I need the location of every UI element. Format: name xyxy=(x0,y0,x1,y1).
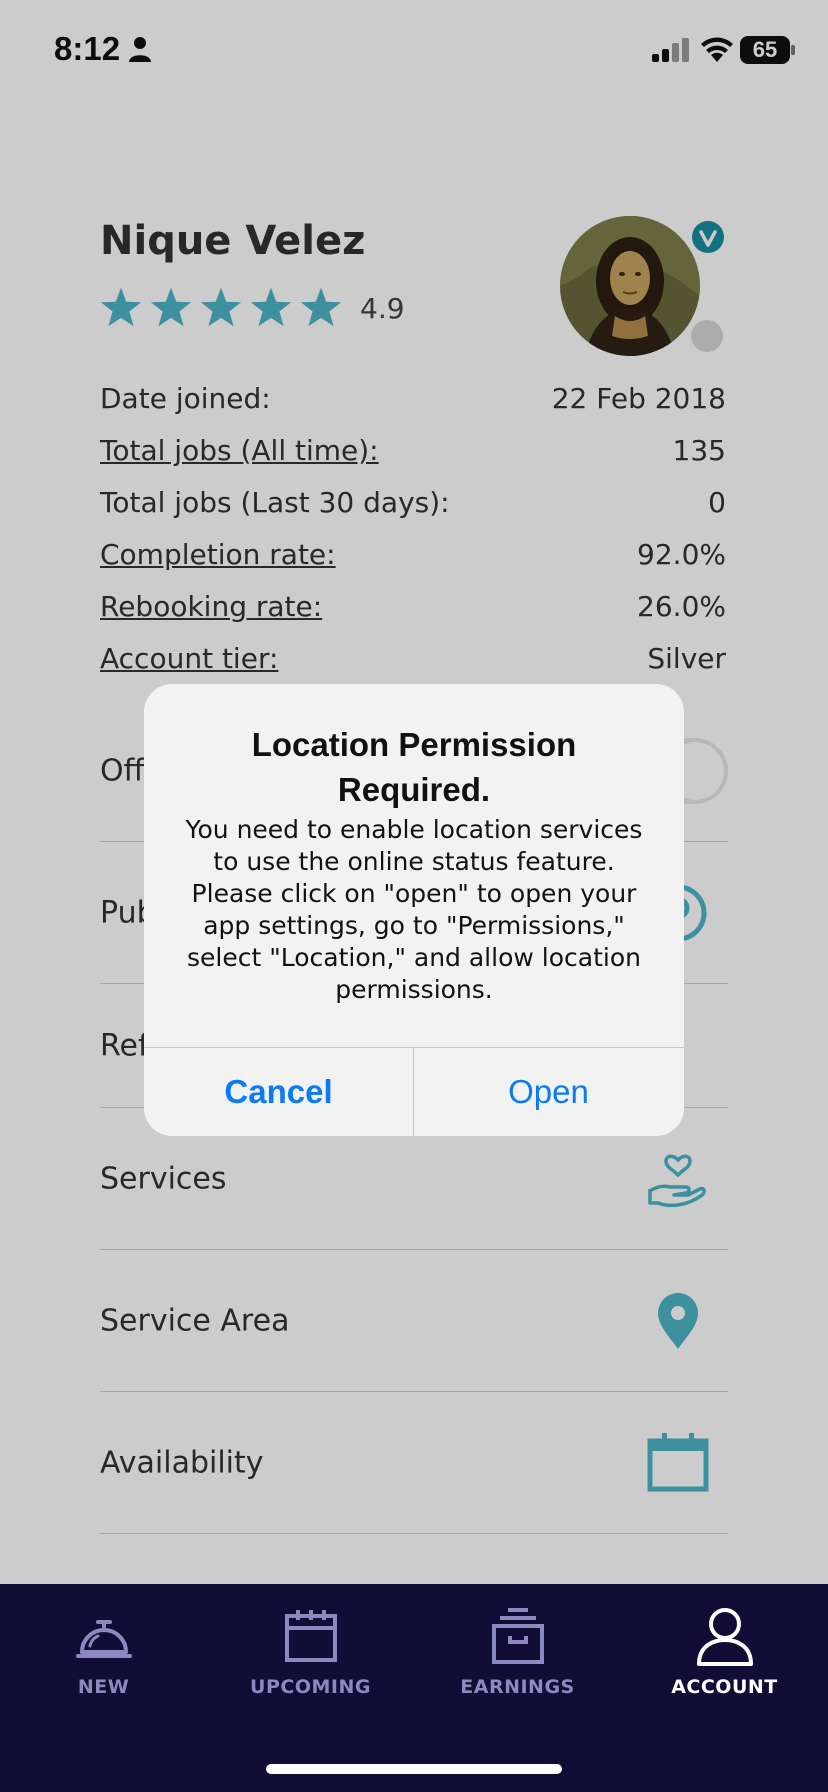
location-permission-alert: Location Permission Required. You need t… xyxy=(144,684,684,1136)
open-settings-button[interactable]: Open xyxy=(414,1048,683,1136)
alert-title: Location Permission Required. xyxy=(251,726,577,808)
home-indicator[interactable] xyxy=(266,1764,562,1774)
bottom-tab-bar: NEW UPCOMING EARNINGS ACCOUNT xyxy=(0,1584,828,1792)
tab-account[interactable]: ACCOUNT xyxy=(621,1606,828,1716)
tab-new[interactable]: NEW xyxy=(0,1606,207,1716)
tab-upcoming[interactable]: UPCOMING xyxy=(207,1606,414,1716)
tab-label: EARNINGS xyxy=(460,1676,575,1698)
tab-label: UPCOMING xyxy=(250,1676,371,1698)
user-icon xyxy=(696,1608,753,1666)
tab-earnings[interactable]: EARNINGS xyxy=(414,1606,621,1716)
tab-label: NEW xyxy=(77,1676,130,1698)
tab-label: ACCOUNT xyxy=(671,1676,778,1698)
service-bell-icon xyxy=(75,1620,132,1658)
alert-message: You need to enable location services to … xyxy=(185,815,643,1004)
calendar-icon xyxy=(284,1610,337,1662)
archive-box-icon xyxy=(491,1608,544,1664)
cancel-button[interactable]: Cancel xyxy=(144,1048,413,1136)
